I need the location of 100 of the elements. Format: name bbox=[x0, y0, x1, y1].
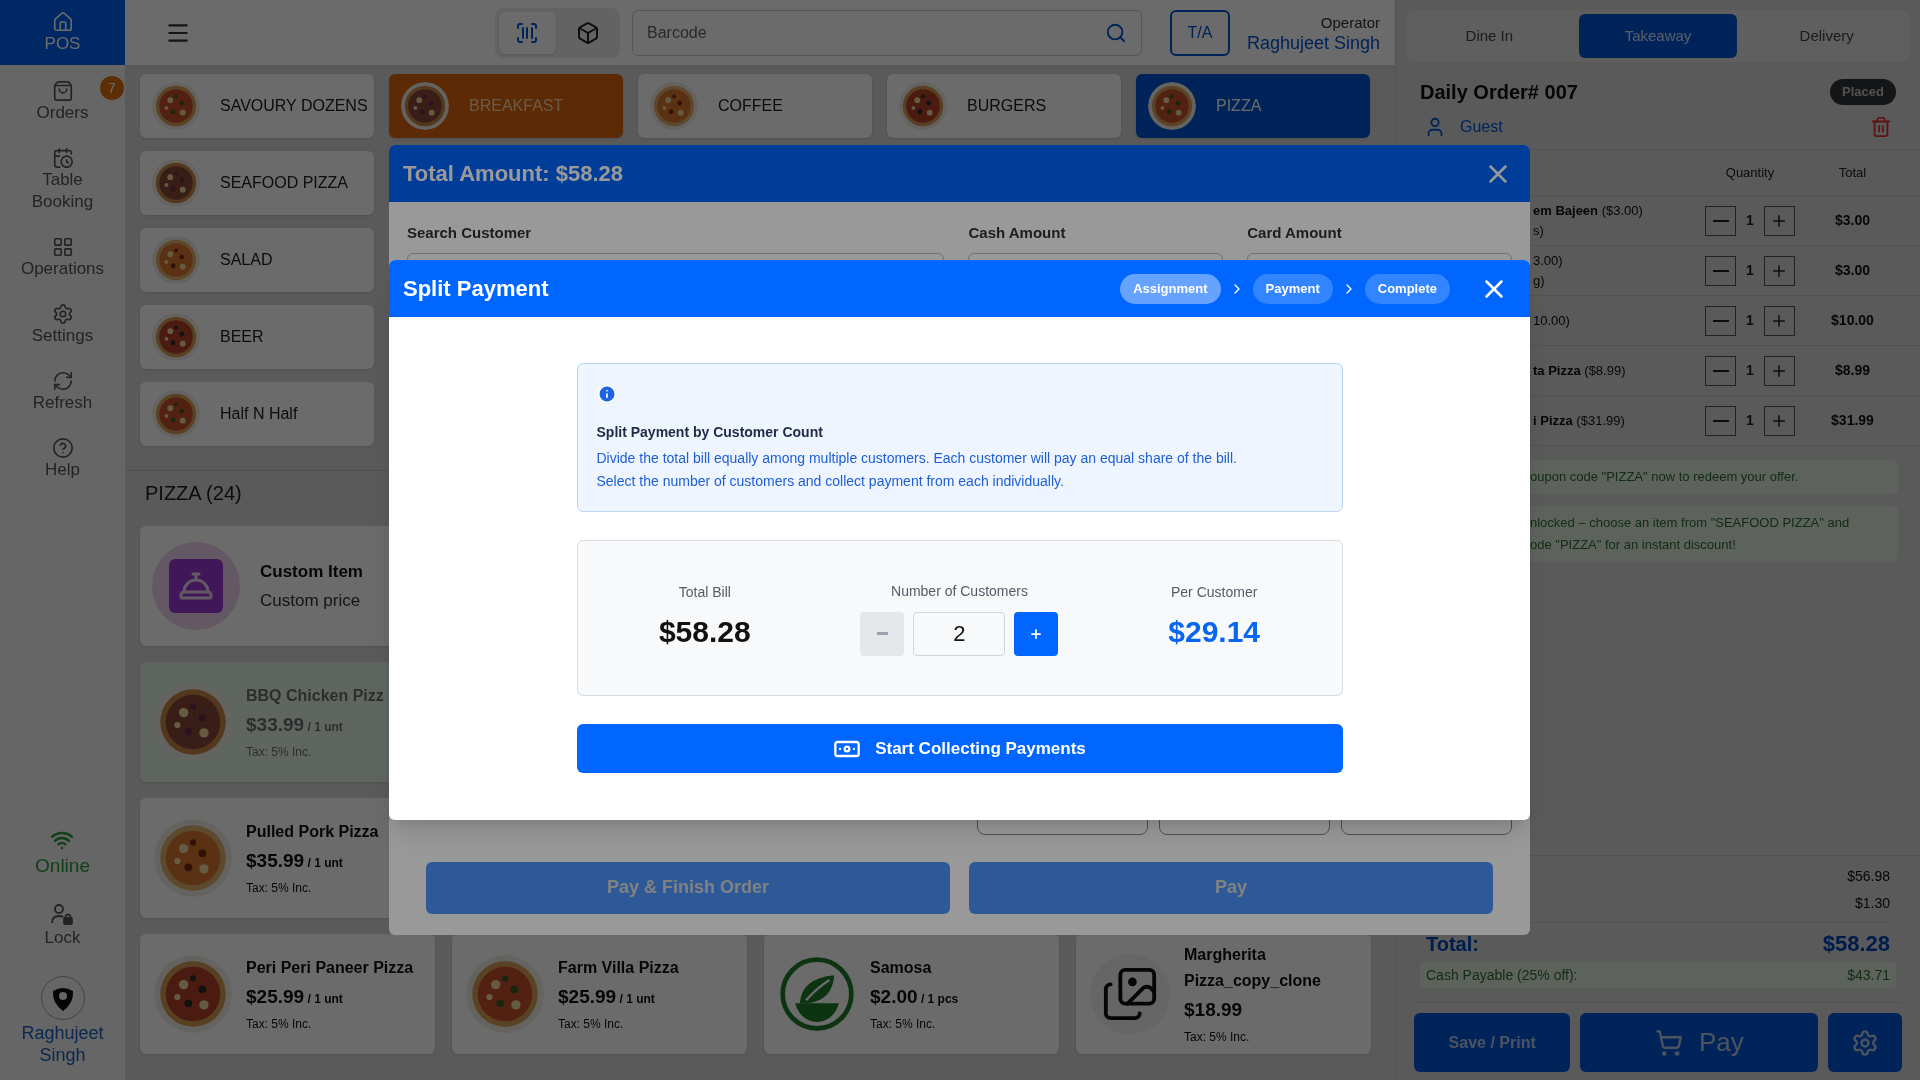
increase-button[interactable] bbox=[1763, 355, 1795, 386]
count-badge: 7 bbox=[100, 76, 124, 100]
item-total: $3.00 bbox=[1833, 261, 1871, 280]
pay-button[interactable]: Pay bbox=[1580, 1013, 1819, 1072]
increase-button[interactable] bbox=[1763, 305, 1795, 336]
settings-icon bbox=[1851, 1028, 1880, 1057]
quantity-value: 1 bbox=[1746, 311, 1754, 330]
pay-button[interactable]: Pay bbox=[969, 861, 1493, 914]
item-total: $3.00 bbox=[1833, 211, 1871, 230]
category-card[interactable]: SAVOURY DOZENS bbox=[140, 74, 374, 138]
nav-item[interactable]: Orders 7 bbox=[0, 71, 125, 133]
item-total: $31.99 bbox=[1830, 411, 1875, 430]
field-label: Search Customer bbox=[407, 223, 533, 243]
order-item-name: em Bajeen ($3.00) bbox=[1533, 201, 1644, 220]
product-price: $33.99 / 1 unt bbox=[246, 712, 344, 737]
order-title: Daily Order# 007 bbox=[1420, 80, 1578, 105]
nav-item[interactable]: Operations bbox=[0, 227, 125, 289]
order-item-name: 3.00) bbox=[1533, 251, 1564, 270]
home-icon bbox=[51, 10, 74, 33]
order-item-name: 10.00) bbox=[1533, 311, 1571, 330]
operator-label: Operator bbox=[1320, 12, 1380, 33]
lock-button[interactable]: Lock bbox=[44, 902, 81, 950]
order-item-name: i Pizza ($31.99) bbox=[1533, 411, 1626, 430]
product-name: Margherita Pizza_copy_clone bbox=[1184, 944, 1322, 991]
product-name: Samosa bbox=[870, 957, 933, 978]
nav-item[interactable]: Refresh bbox=[0, 361, 125, 423]
section-title: PIZZA (24) bbox=[145, 481, 242, 506]
nav-item[interactable]: Table Booking bbox=[0, 138, 125, 222]
help-icon bbox=[51, 437, 74, 459]
category-card[interactable]: BREAKFAST bbox=[389, 74, 623, 138]
nav-item[interactable]: Help bbox=[0, 428, 125, 490]
category-card[interactable]: PIZZA bbox=[1136, 74, 1370, 138]
product-name: BBQ Chicken Pizz bbox=[246, 685, 385, 706]
order-item-name: ta Pizza ($8.99) bbox=[1533, 361, 1627, 380]
product-tax: Tax: 5% Inc. bbox=[246, 744, 313, 762]
quantity-value: 1 bbox=[1746, 261, 1754, 280]
scan-mode-toggle[interactable] bbox=[499, 11, 556, 54]
decrease-button[interactable] bbox=[1705, 355, 1737, 386]
save-print-button[interactable]: Save / Print bbox=[1414, 1013, 1571, 1072]
decrease-button[interactable] bbox=[1705, 205, 1737, 236]
column-header: Quantity bbox=[1724, 163, 1776, 182]
minus-icon bbox=[1712, 269, 1729, 272]
product-card[interactable]: Margherita Pizza_copy_clone $18.99 Tax: 5% Inc. bbox=[1076, 934, 1371, 1054]
avatar[interactable] bbox=[40, 976, 85, 1020]
increase-button[interactable] bbox=[1014, 611, 1059, 656]
user-name: Raghujeet Singh bbox=[20, 1022, 105, 1066]
total-bill-value: $58.28 bbox=[658, 614, 751, 650]
minus-icon bbox=[877, 632, 888, 635]
order-type-tab[interactable]: Takeaway bbox=[1578, 14, 1738, 58]
user-lock-icon bbox=[50, 902, 75, 925]
connection-status: Online bbox=[35, 828, 90, 881]
customer-count-field[interactable]: 2 bbox=[913, 611, 1006, 656]
product-name: Pulled Pork Pizza bbox=[246, 821, 380, 842]
start-collecting-button[interactable]: Start Collecting Payments bbox=[576, 724, 1343, 773]
product-tax: Tax: 5% Inc. bbox=[870, 1016, 937, 1034]
order-type-tab[interactable]: Delivery bbox=[1747, 14, 1906, 58]
nav-item[interactable]: POS bbox=[0, 0, 125, 65]
customer-count-label: Number of Customers bbox=[891, 581, 1028, 601]
decrease-button[interactable] bbox=[1705, 405, 1737, 436]
takeaway-button[interactable]: T/A bbox=[1170, 9, 1230, 56]
category-card[interactable]: BURGERS bbox=[887, 74, 1121, 138]
step-pill: Complete bbox=[1364, 273, 1450, 304]
product-card[interactable]: Peri Peri Paneer Pizza $25.99 / 1 unt Tax: 5% Inc. bbox=[140, 934, 435, 1054]
quantity-value: 1 bbox=[1746, 411, 1754, 430]
order-item-note: s) bbox=[1533, 221, 1545, 240]
product-card[interactable]: Farm Villa Pizza $25.99 / 1 unt Tax: 5% Inc. bbox=[452, 934, 747, 1054]
product-card[interactable]: Samosa $2.00 / 1 pcs Tax: 5% Inc. bbox=[764, 934, 1059, 1054]
increase-button[interactable] bbox=[1763, 405, 1795, 436]
field-label: Card Amount bbox=[1247, 223, 1343, 243]
category-card[interactable]: Half N Half bbox=[140, 382, 374, 446]
increase-button[interactable] bbox=[1763, 205, 1795, 236]
per-customer-value: $29.14 bbox=[1168, 614, 1261, 650]
category-card[interactable]: COFFEE bbox=[638, 74, 872, 138]
product-name: Peri Peri Paneer Pizza bbox=[246, 957, 415, 978]
product-price: $25.99 / 1 unt bbox=[246, 984, 344, 1009]
search-icon bbox=[1105, 21, 1127, 44]
customer-name: Guest bbox=[1460, 117, 1503, 137]
product-price: $25.99 / 1 unt bbox=[558, 984, 656, 1009]
info-icon bbox=[596, 384, 617, 404]
total-bill-label: Total Bill bbox=[678, 583, 731, 602]
product-subtitle: Custom price bbox=[260, 590, 362, 612]
column-header: Total bbox=[1837, 163, 1868, 182]
trash-icon bbox=[1870, 116, 1892, 138]
category-card[interactable]: BEER bbox=[140, 305, 374, 369]
minus-icon bbox=[1712, 369, 1729, 372]
finish-order-button[interactable]: Pay & Finish Order bbox=[426, 861, 950, 914]
category-card[interactable]: SEAFOOD PIZZA bbox=[140, 151, 374, 215]
total-label: Total: bbox=[1426, 931, 1479, 957]
operator-name: Raghujeet Singh bbox=[1246, 32, 1380, 53]
product-tax: Tax: 5% Inc. bbox=[246, 1016, 313, 1034]
order-type-tab[interactable]: Dine In bbox=[1410, 14, 1569, 58]
decrease-button[interactable] bbox=[1705, 305, 1737, 336]
decrease-button[interactable] bbox=[1705, 255, 1737, 286]
settings-button[interactable] bbox=[1828, 1013, 1902, 1072]
nav-item[interactable]: Settings bbox=[0, 294, 125, 356]
tax-value: $1.30 bbox=[1854, 894, 1890, 913]
increase-button[interactable] bbox=[1763, 255, 1795, 286]
item-total: $10.00 bbox=[1830, 311, 1875, 330]
category-card[interactable]: SALAD bbox=[140, 228, 374, 292]
product-name: Custom Item bbox=[260, 560, 363, 583]
